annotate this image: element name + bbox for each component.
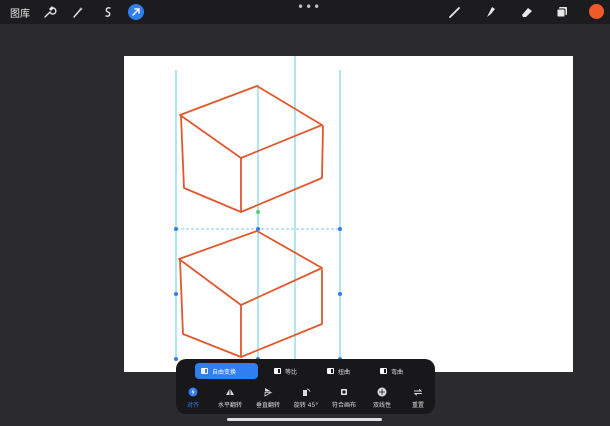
mode-distort[interactable]: 扭曲 <box>321 363 373 379</box>
top-toolbar: 图库 ••• <box>0 0 610 24</box>
rotate-45-button[interactable]: 旋转 45° <box>286 387 326 409</box>
more-handle[interactable]: ••• <box>297 0 321 14</box>
brush-icon[interactable] <box>447 4 463 20</box>
mode-freeform[interactable]: 自由变换 <box>195 363 258 379</box>
flip-vertical-icon <box>264 388 273 397</box>
home-indicator <box>227 418 382 421</box>
magnet-icon <box>188 387 198 397</box>
fit-to-canvas-button[interactable]: 符合画布 <box>324 387 364 409</box>
magic-wand-icon[interactable] <box>70 4 86 20</box>
drawing-canvas[interactable] <box>124 56 573 372</box>
interpolation-button[interactable]: 双线性 <box>362 387 402 409</box>
reset-button[interactable]: 重置 <box>398 387 438 409</box>
gallery-button[interactable]: 图库 <box>10 5 30 20</box>
warp-icon <box>380 368 387 374</box>
eraser-icon[interactable] <box>519 4 535 20</box>
layers-icon[interactable] <box>554 4 570 20</box>
smudge-icon[interactable] <box>482 4 498 20</box>
flip-horizontal-button[interactable]: 水平翻转 <box>210 387 250 409</box>
reset-icon <box>413 389 423 396</box>
interpolation-icon <box>377 387 387 397</box>
flip-horizontal-icon <box>226 389 234 395</box>
transform-panel: 自由变换 等比 扭曲 弯曲 对齐 水平翻转 垂直翻转 旋转 45° 符合画布 双… <box>176 359 435 414</box>
distort-icon <box>327 368 334 374</box>
flip-vertical-button[interactable]: 垂直翻转 <box>248 387 288 409</box>
uniform-icon <box>274 368 281 374</box>
fit-canvas-icon <box>341 389 347 395</box>
wrench-icon[interactable] <box>41 4 57 20</box>
rotate-icon <box>303 388 311 396</box>
freeform-icon <box>201 368 208 374</box>
snapping-button[interactable]: 对齐 <box>173 387 213 409</box>
mode-uniform[interactable]: 等比 <box>268 363 318 379</box>
color-picker-swatch[interactable] <box>589 4 604 19</box>
selection-icon[interactable] <box>100 4 116 20</box>
mode-warp[interactable]: 弯曲 <box>374 363 424 379</box>
transform-arrow-icon[interactable] <box>128 4 144 20</box>
